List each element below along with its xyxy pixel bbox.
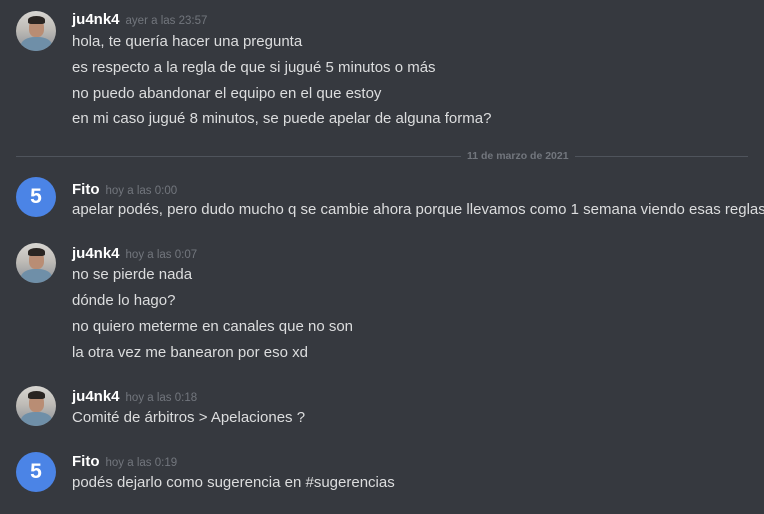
avatar[interactable]: 5 bbox=[16, 452, 56, 492]
username[interactable]: ju4nk4 bbox=[72, 11, 120, 28]
avatar[interactable] bbox=[16, 11, 56, 51]
avatar-hair-shape bbox=[28, 248, 45, 256]
message-header: Fito hoy a las 0:00 bbox=[72, 179, 177, 198]
message-header: ju4nk4 ayer a las 23:57 bbox=[72, 9, 207, 28]
timestamp[interactable]: hoy a las 0:19 bbox=[106, 457, 178, 469]
message-header: ju4nk4 hoy a las 0:07 bbox=[72, 243, 197, 262]
message-text: apelar podés, pero dudo mucho q se cambi… bbox=[72, 201, 764, 218]
timestamp[interactable]: hoy a las 0:18 bbox=[126, 392, 198, 404]
timestamp[interactable]: hoy a las 0:00 bbox=[106, 185, 178, 197]
message-text: no se pierde nada bbox=[72, 266, 193, 283]
username[interactable]: ju4nk4 bbox=[72, 388, 120, 405]
avatar-body-shape bbox=[21, 37, 52, 51]
message-text: podés dejarlo como sugerencia en #sugere… bbox=[72, 474, 395, 491]
message-text: Comité de árbitros > Apelaciones ? bbox=[72, 409, 306, 426]
username[interactable]: Fito bbox=[72, 453, 100, 470]
message-text: la otra vez me banearon por eso xd bbox=[72, 344, 308, 361]
avatar-hair-shape bbox=[28, 391, 45, 399]
avatar[interactable]: 5 bbox=[16, 177, 56, 217]
avatar-body-shape bbox=[21, 269, 52, 283]
message-header: Fito hoy a las 0:19 bbox=[72, 451, 177, 470]
message-header: ju4nk4 hoy a las 0:18 bbox=[72, 386, 197, 405]
avatar-body-shape bbox=[21, 412, 52, 426]
message-text: en mi caso jugué 8 minutos, se puede ape… bbox=[72, 110, 492, 127]
timestamp[interactable]: ayer a las 23:57 bbox=[126, 15, 208, 27]
message-text: hola, te quería hacer una pregunta bbox=[72, 33, 303, 50]
avatar[interactable] bbox=[16, 386, 56, 426]
message-text: no quiero meterme en canales que no son bbox=[72, 318, 354, 335]
chat-messages: ju4nk4 ayer a las 23:57 hola, te quería h… bbox=[0, 0, 764, 514]
avatar[interactable] bbox=[16, 243, 56, 283]
username[interactable]: Fito bbox=[72, 181, 100, 198]
timestamp[interactable]: hoy a las 0:07 bbox=[126, 249, 198, 261]
message-text: es respecto a la regla de que si jugué 5… bbox=[72, 59, 436, 76]
date-divider bbox=[16, 156, 748, 157]
date-divider-label: 11 de marzo de 2021 bbox=[461, 149, 575, 163]
message-text: no puedo abandonar el equipo en el que e… bbox=[72, 85, 382, 102]
message-text: dónde lo hago? bbox=[72, 292, 176, 309]
username[interactable]: ju4nk4 bbox=[72, 245, 120, 262]
avatar-hair-shape bbox=[28, 16, 45, 24]
